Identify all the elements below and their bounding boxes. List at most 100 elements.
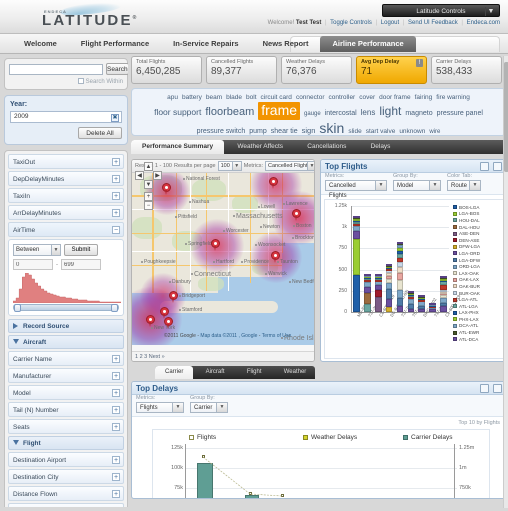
- zoom-in-button[interactable]: +: [144, 192, 153, 201]
- bar-segment[interactable]: [440, 284, 447, 290]
- latitude-controls-button[interactable]: Latitude Controls ▼: [382, 4, 500, 17]
- collapse-icon[interactable]: −: [112, 226, 120, 234]
- bar-segment[interactable]: [396, 273, 404, 281]
- legend-item[interactable]: PHX-LAX: [453, 316, 501, 323]
- logout-link[interactable]: Logout: [381, 20, 399, 26]
- bar-segment[interactable]: [353, 226, 360, 232]
- tag-lens[interactable]: lens: [361, 108, 376, 118]
- bar-segment[interactable]: [363, 293, 371, 305]
- bar-segment[interactable]: [374, 273, 382, 276]
- attr-seats[interactable]: Seats +: [8, 419, 124, 434]
- attr-airtime[interactable]: AirTime −: [8, 222, 124, 237]
- tag-floor-support[interactable]: floor support: [154, 107, 201, 118]
- year-filter-value[interactable]: 2009 ✖: [10, 111, 122, 123]
- bar-segment[interactable]: [396, 290, 404, 298]
- pan-down-button[interactable]: ▼: [144, 180, 153, 189]
- legend-item[interactable]: LGA-ORD: [453, 250, 501, 257]
- tag-bolt[interactable]: bolt: [246, 94, 256, 102]
- chevron-down-icon[interactable]: ▼: [485, 7, 496, 16]
- tag-beam[interactable]: beam: [206, 94, 222, 102]
- tag-connector[interactable]: connector: [296, 94, 325, 102]
- search-within-checkbox[interactable]: [77, 78, 84, 84]
- btab-weather[interactable]: Weather: [274, 366, 317, 379]
- bar-segment[interactable]: [396, 267, 404, 274]
- legend-item[interactable]: ORD-LGA: [453, 263, 501, 270]
- tag-start-valve[interactable]: start valve: [366, 128, 396, 136]
- bar-segment[interactable]: [407, 297, 415, 300]
- legend-item[interactable]: DCA-ATL: [453, 323, 501, 330]
- attr-carrier-name[interactable]: Carrier Name +: [8, 351, 124, 366]
- top-flights-chart[interactable]: 02505007501k1.25kMD-88737-3H4CL-600-2C10…: [324, 199, 504, 359]
- legend-item[interactable]: LGA-BOS: [453, 211, 501, 218]
- kpi-avg-dep-delay[interactable]: Avg Dep Delay 71 !: [356, 56, 427, 84]
- tag-sign[interactable]: sign: [302, 126, 316, 135]
- nav-tab-airline-performance[interactable]: Airline Performance: [320, 36, 416, 52]
- colortab-select[interactable]: Route ▼: [447, 180, 481, 191]
- bar-segment[interactable]: [440, 275, 447, 278]
- search-within-row[interactable]: Search Within: [9, 78, 123, 85]
- chevron-down-icon[interactable]: ▼: [375, 181, 386, 190]
- group-record-source[interactable]: Record Source: [8, 319, 124, 333]
- attr-depdelayminutes[interactable]: DepDelayMinutes +: [8, 171, 124, 186]
- bar-segment[interactable]: [353, 231, 360, 240]
- expand-icon[interactable]: +: [112, 406, 120, 414]
- legend-item[interactable]: LGA-ATL: [453, 296, 501, 303]
- airtime-operator-select[interactable]: Between ▼: [13, 244, 61, 256]
- legend-item[interactable]: LAX-PHX: [453, 310, 501, 317]
- airtime-max-input[interactable]: [61, 259, 101, 270]
- tag-cover[interactable]: cover: [359, 94, 375, 102]
- map-marker-pin[interactable]: [292, 209, 301, 221]
- bar-segment[interactable]: [396, 243, 404, 246]
- pan-right-button[interactable]: ▶: [153, 171, 162, 180]
- expand-icon[interactable]: +: [112, 389, 120, 397]
- chevron-down-icon[interactable]: ▼: [51, 245, 60, 255]
- metric-select[interactable]: Flights ▼: [136, 402, 184, 413]
- subtab-delays[interactable]: Delays: [360, 140, 402, 154]
- bar-segment[interactable]: [440, 281, 447, 285]
- tag-apu[interactable]: apu: [167, 94, 178, 102]
- tag-fairing[interactable]: fairing: [415, 94, 433, 102]
- bar-segment[interactable]: [353, 221, 360, 224]
- map-marker-pin[interactable]: [164, 317, 173, 329]
- tag-intercostal[interactable]: intercostal: [325, 110, 357, 119]
- bar-segment[interactable]: [418, 305, 426, 310]
- bar-segment[interactable]: [353, 239, 360, 275]
- kpi-total-flights[interactable]: Total Flights 6,450,285: [131, 56, 202, 84]
- tag-door-frame[interactable]: door frame: [379, 94, 410, 102]
- btab-carrier[interactable]: Carrier: [155, 366, 194, 379]
- bar-segment[interactable]: [353, 274, 360, 312]
- tag-magneto[interactable]: magneto: [405, 110, 432, 119]
- tag-light[interactable]: light: [379, 104, 401, 119]
- search-button[interactable]: Search: [106, 63, 128, 75]
- bar-segment[interactable]: [363, 273, 371, 276]
- expand-icon[interactable]: +: [112, 355, 120, 363]
- chevron-down-icon[interactable]: ▼: [216, 403, 227, 412]
- tag-circuit-card[interactable]: circuit card: [261, 94, 292, 102]
- legend-item[interactable]: OAK-BUR: [453, 283, 501, 290]
- bar-segment[interactable]: [396, 298, 404, 307]
- attr-originating-airport[interactable]: Originating Airport +: [8, 503, 124, 507]
- attr-model[interactable]: Model +: [8, 385, 124, 400]
- legend-item[interactable]: ASE-DEN: [453, 230, 501, 237]
- tag-gauge[interactable]: gauge: [304, 111, 321, 119]
- bar-segment[interactable]: [396, 241, 404, 244]
- expand-icon[interactable]: +: [112, 456, 120, 464]
- nav-tab-flight-performance[interactable]: Flight Performance: [69, 36, 161, 52]
- btab-flight[interactable]: Flight: [237, 366, 272, 379]
- bar-segment[interactable]: [363, 286, 371, 294]
- bar-segment[interactable]: [385, 299, 393, 307]
- bar-segment[interactable]: [440, 291, 447, 294]
- slider-handle-right[interactable]: [111, 304, 118, 312]
- legend-item[interactable]: DEN-ASE: [453, 237, 501, 244]
- legend-item[interactable]: LGA-DFW: [453, 257, 501, 264]
- groupby-select[interactable]: Model ▼: [393, 180, 441, 191]
- groupby-select[interactable]: Carrier ▼: [190, 402, 228, 413]
- expand-icon[interactable]: +: [112, 490, 120, 498]
- legend-item[interactable]: OAK-LAX: [453, 277, 501, 284]
- bar-segment[interactable]: [385, 283, 393, 290]
- results-per-page-select[interactable]: 100 ▼: [217, 161, 242, 171]
- bar-segment[interactable]: [440, 289, 447, 292]
- tag-fire-warning[interactable]: fire warning: [436, 94, 470, 102]
- tag-shear-tie[interactable]: shear tie: [271, 128, 298, 137]
- legend-item[interactable]: ATL-DCA: [453, 336, 501, 343]
